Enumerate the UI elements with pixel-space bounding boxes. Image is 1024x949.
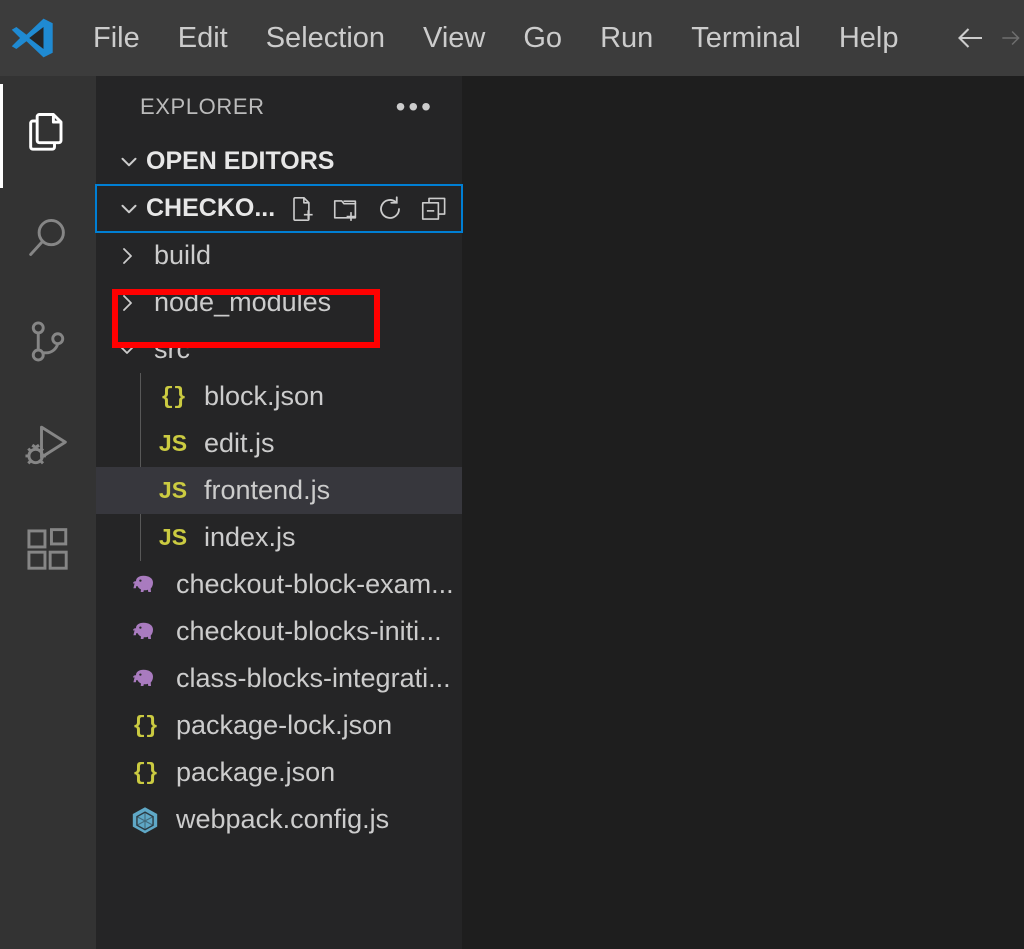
menu-bar: File Edit Selection View Go Run Terminal… (74, 0, 918, 76)
json-icon: {} (124, 713, 166, 739)
tree-row-checkout-block-example[interactable]: checkout-block-exam... (96, 561, 462, 608)
refresh-icon[interactable] (375, 194, 405, 224)
activity-item-source-control[interactable] (0, 292, 96, 396)
tree-row-class-blocks-integrati[interactable]: class-blocks-integrati... (96, 655, 462, 702)
activity-item-search[interactable] (0, 188, 96, 292)
tree-row-label: index.js (204, 522, 296, 553)
chevron-right-icon (112, 244, 142, 268)
menu-item-edit[interactable]: Edit (159, 0, 247, 76)
tree-row-block-json[interactable]: {} block.json (96, 373, 462, 420)
json-icon: {} (124, 760, 166, 786)
section-folder-label: CHECKO... (146, 194, 275, 223)
vscode-logo-icon (4, 10, 60, 66)
collapse-all-icon[interactable] (419, 194, 449, 224)
tree-row-label: webpack.config.js (176, 804, 389, 835)
explorer-sidebar: EXPLORER ••• OPEN EDITORS CHECKO... (96, 76, 462, 949)
chevron-down-icon (112, 338, 142, 362)
tree-row-webpack-config-js[interactable]: webpack.config.js (96, 796, 462, 843)
tree-row-label: package-lock.json (176, 710, 392, 741)
sidebar-title-bar: EXPLORER ••• (96, 76, 462, 138)
menu-item-view[interactable]: View (404, 0, 504, 76)
tree-row-index-js[interactable]: JS index.js (96, 514, 462, 561)
file-tree: build node_modules src (96, 232, 462, 843)
menu-item-help[interactable]: Help (820, 0, 918, 76)
menu-item-selection[interactable]: Selection (247, 0, 404, 76)
tree-row-label: block.json (204, 381, 324, 412)
php-elephant-icon (124, 616, 166, 648)
arrow-left-icon[interactable] (942, 10, 998, 66)
tree-row-src[interactable]: src (96, 326, 462, 373)
editor-area (462, 76, 1024, 949)
folder-actions (287, 194, 449, 224)
tree-row-label: edit.js (204, 428, 275, 459)
tree-row-edit-js[interactable]: JS edit.js (96, 420, 462, 467)
new-file-icon[interactable] (287, 194, 317, 224)
menu-item-terminal[interactable]: Terminal (672, 0, 820, 76)
tree-row-label: build (154, 240, 211, 271)
js-icon: JS (152, 430, 194, 457)
section-folder-checkout[interactable]: CHECKO... (96, 185, 462, 232)
tree-row-package-lock-json[interactable]: {} package-lock.json (96, 702, 462, 749)
vscode-window: File Edit Selection View Go Run Terminal… (0, 0, 1024, 949)
section-open-editors-label: OPEN EDITORS (146, 147, 334, 176)
tree-row-package-json[interactable]: {} package.json (96, 749, 462, 796)
activity-item-run-and-debug[interactable] (0, 396, 96, 500)
php-elephant-icon (124, 663, 166, 695)
js-icon: JS (152, 524, 194, 551)
php-elephant-icon (124, 569, 166, 601)
menu-item-file[interactable]: File (74, 0, 159, 76)
title-navigation (942, 0, 1024, 76)
tree-row-build[interactable]: build (96, 232, 462, 279)
json-icon: {} (152, 384, 194, 410)
tree-row-label: package.json (176, 757, 335, 788)
tree-row-label: checkout-blocks-initi... (176, 616, 442, 647)
tree-row-label: checkout-block-exam... (176, 569, 454, 600)
activity-item-explorer[interactable] (0, 84, 96, 188)
title-bar: File Edit Selection View Go Run Terminal… (0, 0, 1024, 76)
workbench-body: EXPLORER ••• OPEN EDITORS CHECKO... (0, 76, 1024, 949)
activity-bar (0, 76, 96, 949)
tree-row-node-modules[interactable]: node_modules (96, 279, 462, 326)
run-debug-icon (22, 420, 74, 477)
chevron-right-icon (112, 291, 142, 315)
webpack-icon (124, 805, 166, 835)
chevron-down-icon (112, 196, 146, 222)
tree-row-label: frontend.js (204, 475, 330, 506)
files-icon (22, 108, 74, 165)
arrow-right-icon[interactable] (998, 10, 1024, 66)
tree-row-label: src (154, 334, 190, 365)
new-folder-icon[interactable] (331, 194, 361, 224)
menu-item-run[interactable]: Run (581, 0, 672, 76)
activity-item-extensions[interactable] (0, 500, 96, 604)
chevron-down-icon (112, 149, 146, 175)
menu-item-go[interactable]: Go (504, 0, 581, 76)
section-open-editors[interactable]: OPEN EDITORS (96, 138, 462, 185)
search-icon (22, 212, 74, 269)
js-icon: JS (152, 477, 194, 504)
tree-row-frontend-js[interactable]: JS frontend.js (96, 467, 462, 514)
extensions-icon (22, 524, 74, 581)
sidebar-title: EXPLORER (140, 94, 265, 120)
tree-row-label: class-blocks-integrati... (176, 663, 451, 694)
more-actions-icon[interactable]: ••• (392, 96, 438, 118)
tree-row-checkout-blocks-initi[interactable]: checkout-blocks-initi... (96, 608, 462, 655)
tree-row-label: node_modules (154, 287, 331, 318)
source-control-icon (22, 316, 74, 373)
